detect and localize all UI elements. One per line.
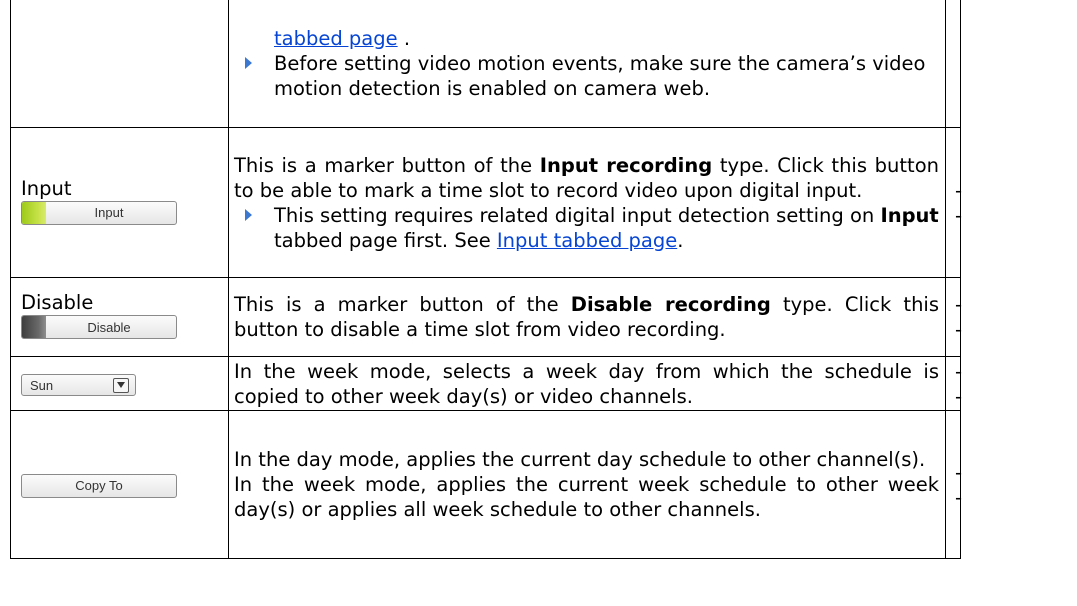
- control-cell: [10, 0, 229, 128]
- note-cell: [945, 0, 961, 128]
- tabbed-page-link[interactable]: tabbed page: [274, 27, 398, 50]
- note-cell: --: [945, 127, 962, 278]
- control-cell: Copy To: [10, 410, 229, 559]
- bold-term: Input recording: [539, 153, 713, 177]
- input-tabbed-page-link[interactable]: Input tabbed page: [497, 229, 677, 252]
- bold-term: Disable recording: [570, 293, 771, 316]
- control-cell: Disable Disable: [10, 277, 229, 357]
- bold-term: Input: [880, 203, 939, 227]
- control-cell: Sun: [10, 356, 229, 411]
- weekday-select[interactable]: Sun: [21, 374, 136, 397]
- copy-to-button[interactable]: Copy To: [21, 473, 177, 498]
- bullet-item: Before setting video motion events, make…: [234, 51, 939, 101]
- input-marker-button[interactable]: Input: [21, 200, 177, 225]
- table-row: Input Input This is a marker button of t…: [10, 127, 962, 278]
- table-row: Copy To In the day mode, applies the cur…: [10, 410, 962, 559]
- table-row: Disable Disable This is a marker button …: [10, 277, 962, 357]
- bullet-item: This setting requires related digital in…: [234, 203, 939, 253]
- chevron-down-icon: [113, 377, 129, 393]
- button-label: Input: [94, 205, 124, 220]
- description-cell: In the day mode, applies the current day…: [228, 410, 946, 559]
- control-label: Disable: [21, 291, 94, 314]
- description-cell: This is a marker button of the Disable r…: [228, 277, 946, 357]
- note-cell: --: [945, 410, 962, 559]
- select-value: Sun: [30, 377, 54, 393]
- control-label: Input: [21, 176, 72, 200]
- link-suffix: .: [397, 27, 411, 50]
- control-description-table: tabbed page . Before setting video motio…: [10, 0, 962, 559]
- description-paragraph: In the week mode, applies the current we…: [234, 473, 939, 521]
- description-cell: In the week mode, selects a week day fro…: [228, 356, 946, 411]
- button-label: Disable: [87, 319, 131, 335]
- green-swatch-icon: [22, 201, 46, 224]
- bullet-text: Before setting video motion events, make…: [274, 52, 926, 100]
- description-paragraph: In the day mode, applies the current day…: [234, 448, 926, 471]
- triangle-right-icon: [245, 57, 252, 69]
- description-paragraph: This is a marker button of the Input rec…: [234, 153, 939, 202]
- gray-swatch-icon: [22, 316, 46, 338]
- description-cell: This is a marker button of the Input rec…: [228, 127, 946, 278]
- note-cell: --: [945, 356, 962, 411]
- table-row: Sun In the week mode, selects a week day…: [10, 356, 962, 411]
- table-row: tabbed page . Before setting video motio…: [10, 0, 961, 128]
- control-cell: Input Input: [10, 127, 229, 278]
- description-cell: tabbed page . Before setting video motio…: [228, 0, 946, 128]
- disable-marker-button[interactable]: Disable: [21, 315, 177, 339]
- triangle-right-icon: [245, 208, 252, 221]
- note-cell: --: [945, 277, 962, 357]
